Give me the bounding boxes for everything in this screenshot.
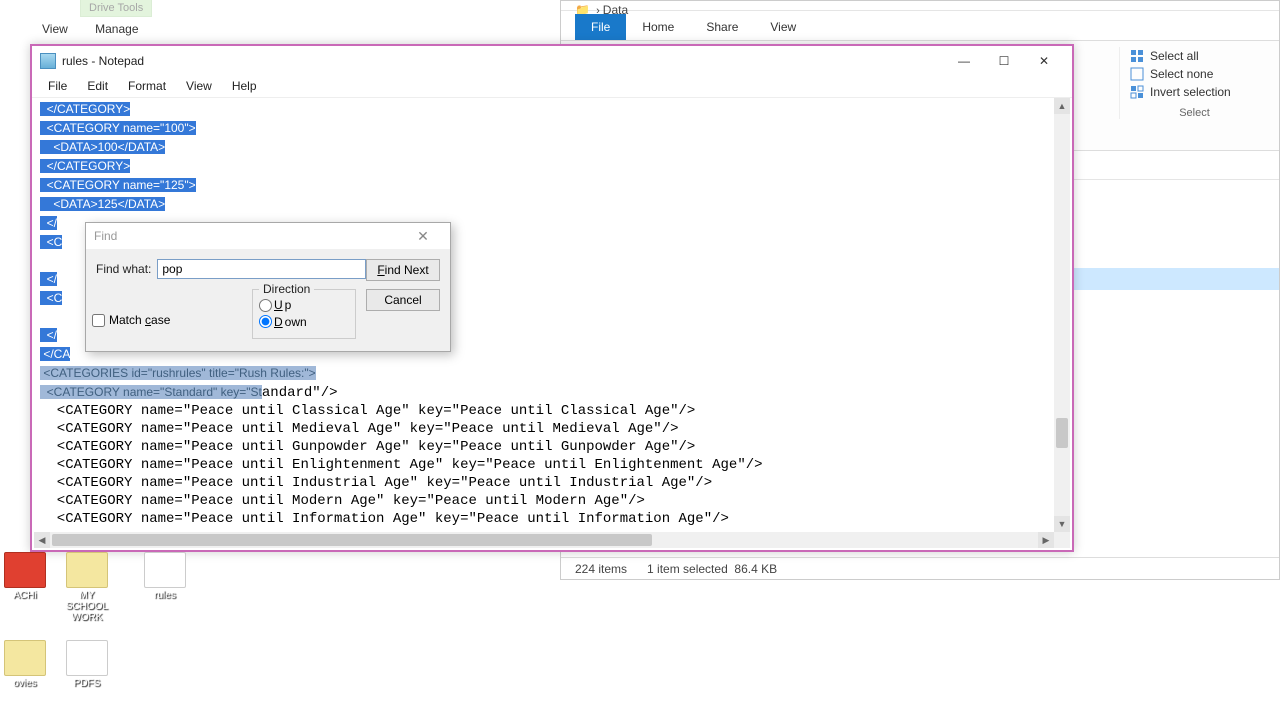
cancel-button[interactable]: Cancel bbox=[366, 289, 440, 311]
find-what-label: Find what: bbox=[96, 262, 151, 276]
scroll-left-arrow[interactable]: ◀ bbox=[34, 532, 50, 548]
select-none-label: Select none bbox=[1150, 67, 1213, 81]
direction-group: Direction Up Down bbox=[252, 289, 356, 339]
rules-icon bbox=[144, 552, 186, 588]
status-items: 224 items bbox=[575, 562, 627, 576]
notepad-menubar: File Edit Format View Help bbox=[32, 76, 1072, 98]
status-selected: 1 item selected 86.4 KB bbox=[647, 562, 777, 576]
radio-up[interactable] bbox=[259, 299, 272, 312]
invert-selection-button[interactable]: Invert selection bbox=[1130, 83, 1259, 101]
explorer-tab-home[interactable]: Home bbox=[626, 14, 690, 40]
desktop-icon-movies[interactable]: ovies bbox=[0, 640, 50, 689]
desktop-icon-school[interactable]: MY SCHOOL WORK bbox=[62, 552, 112, 623]
notepad-titlebar[interactable]: rules - Notepad — ☐ ✕ bbox=[32, 46, 1072, 76]
scroll-thumb-v[interactable] bbox=[1056, 418, 1068, 448]
maximize-button[interactable]: ☐ bbox=[984, 49, 1024, 73]
scroll-corner bbox=[1054, 532, 1070, 548]
direction-down[interactable]: Down bbox=[259, 315, 307, 329]
pdfs-icon bbox=[66, 640, 108, 676]
match-case-checkbox[interactable]: Match case bbox=[92, 313, 170, 327]
school-label: MY SCHOOL WORK bbox=[62, 590, 112, 623]
movies-label: ovies bbox=[0, 678, 50, 689]
notepad-icon bbox=[40, 53, 56, 69]
match-case-input[interactable] bbox=[92, 314, 105, 327]
school-icon bbox=[66, 552, 108, 588]
explorer-tab-view[interactable]: View bbox=[754, 14, 812, 40]
invert-icon bbox=[1130, 85, 1144, 99]
explorer-tab-file[interactable]: File bbox=[575, 14, 626, 40]
find-next-button[interactable]: Find Next bbox=[366, 259, 440, 281]
ribbon-select-group: Select all Select none Invert selection … bbox=[1119, 47, 1259, 119]
bg-view-tab[interactable]: View bbox=[30, 18, 80, 40]
drive-tools-tab: Drive Tools bbox=[80, 0, 152, 17]
menu-file[interactable]: File bbox=[38, 76, 77, 97]
desktop-icon-achi[interactable]: ACHi bbox=[0, 552, 50, 601]
desktop-icon-rules[interactable]: rules bbox=[140, 552, 190, 601]
notepad-title: rules - Notepad bbox=[62, 54, 944, 68]
scroll-thumb-h[interactable] bbox=[52, 534, 652, 546]
minimize-button[interactable]: — bbox=[944, 49, 984, 73]
ribbon-group-label: Select bbox=[1130, 107, 1259, 119]
menu-edit[interactable]: Edit bbox=[77, 76, 118, 97]
desktop-icon-pdfs[interactable]: PDFS bbox=[62, 640, 112, 689]
explorer-address: 📁 › Data bbox=[561, 1, 1279, 11]
scroll-up-arrow[interactable]: ▲ bbox=[1054, 98, 1070, 114]
achi-label: ACHi bbox=[0, 590, 50, 601]
menu-help[interactable]: Help bbox=[222, 76, 267, 97]
select-none-icon bbox=[1130, 67, 1144, 81]
rules-label: rules bbox=[140, 590, 190, 601]
explorer-tab-share[interactable]: Share bbox=[690, 14, 754, 40]
movies-icon bbox=[4, 640, 46, 676]
select-all-button[interactable]: Select all bbox=[1130, 47, 1259, 65]
explorer-status-bar: 224 items 1 item selected 86.4 KB bbox=[561, 557, 1279, 579]
select-all-icon bbox=[1130, 49, 1144, 63]
direction-up[interactable]: Up bbox=[259, 298, 291, 312]
menu-format[interactable]: Format bbox=[118, 76, 176, 97]
scroll-down-arrow[interactable]: ▼ bbox=[1054, 516, 1070, 532]
select-all-label: Select all bbox=[1150, 49, 1199, 63]
pdfs-label: PDFS bbox=[62, 678, 112, 689]
vertical-scrollbar[interactable]: ▲ ▼ bbox=[1054, 98, 1070, 532]
scroll-right-arrow[interactable]: ▶ bbox=[1038, 532, 1054, 548]
menu-view[interactable]: View bbox=[176, 76, 222, 97]
find-next-rest: ind Next bbox=[385, 263, 429, 277]
invert-label: Invert selection bbox=[1150, 85, 1231, 99]
achi-icon bbox=[4, 552, 46, 588]
find-titlebar[interactable]: Find ✕ bbox=[86, 223, 450, 249]
bg-tabs: View Manage bbox=[30, 18, 151, 36]
find-what-input[interactable] bbox=[157, 259, 366, 279]
find-title-text: Find bbox=[94, 229, 404, 243]
close-button[interactable]: ✕ bbox=[1024, 49, 1064, 73]
find-dialog: Find ✕ Find what: Find Next Cancel Direc… bbox=[85, 222, 451, 352]
radio-down[interactable] bbox=[259, 315, 272, 328]
find-close-button[interactable]: ✕ bbox=[404, 228, 442, 245]
select-none-button[interactable]: Select none bbox=[1130, 65, 1259, 83]
horizontal-scrollbar[interactable]: ◀ ▶ bbox=[34, 532, 1054, 548]
bg-manage-tab[interactable]: Manage bbox=[83, 18, 150, 40]
match-case-label: Match case bbox=[109, 313, 170, 327]
direction-legend: Direction bbox=[259, 282, 314, 296]
